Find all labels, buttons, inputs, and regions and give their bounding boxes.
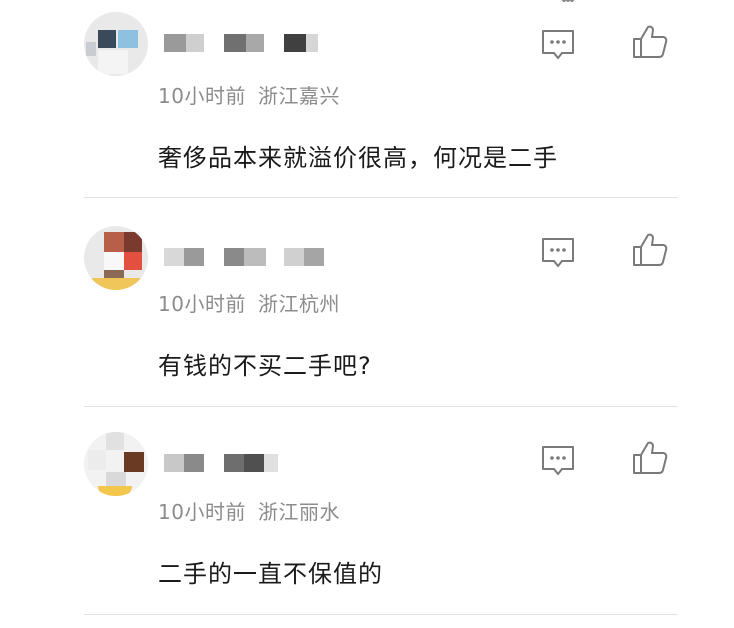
- avatar[interactable]: [84, 12, 148, 76]
- thumbs-up-icon[interactable]: [630, 438, 670, 478]
- divider: [84, 614, 678, 615]
- comment-bubble-icon[interactable]: [538, 232, 578, 272]
- thumbs-up-icon[interactable]: [630, 22, 670, 62]
- thumbs-up-icon[interactable]: [630, 230, 670, 270]
- comment-text: 奢侈品本来就溢价很高，何况是二手: [158, 144, 558, 172]
- divider: [84, 406, 678, 407]
- comment-bubble-icon[interactable]: [538, 24, 578, 64]
- comment-text: 二手的一直不保值的: [158, 560, 383, 588]
- avatar[interactable]: [84, 432, 148, 496]
- comment-location: 浙江杭州: [257, 292, 340, 316]
- comment-location: 浙江嘉兴: [257, 84, 340, 108]
- comment-meta: 10小时前 浙江丽水: [158, 496, 340, 525]
- comment-time: 10小时前: [158, 84, 246, 108]
- avatar[interactable]: [84, 226, 148, 290]
- comment-text: 有钱的不买二手吧?: [158, 352, 372, 380]
- comment-bubble-icon[interactable]: [538, 440, 578, 480]
- username-blurred[interactable]: [160, 246, 330, 268]
- comment-meta: 10小时前 浙江杭州: [158, 288, 340, 317]
- comment-meta: 10小时前 浙江嘉兴: [158, 80, 340, 109]
- username-blurred[interactable]: [160, 452, 330, 474]
- username-blurred[interactable]: [160, 32, 330, 54]
- divider: [84, 197, 678, 198]
- comment-location: 浙江丽水: [257, 500, 340, 524]
- partial-icon-top: [562, 0, 574, 2]
- comment-time: 10小时前: [158, 292, 246, 316]
- comment-time: 10小时前: [158, 500, 246, 524]
